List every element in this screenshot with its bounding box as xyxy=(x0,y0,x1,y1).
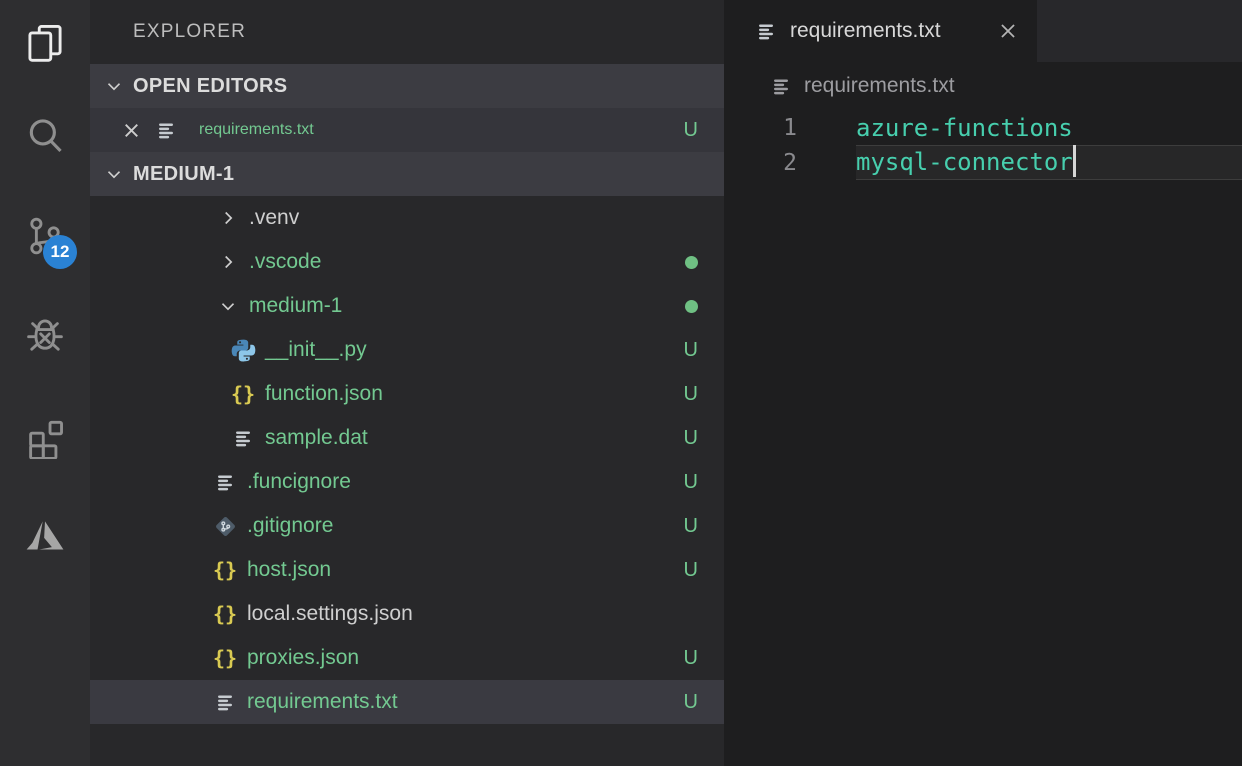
open-editor-requirements[interactable]: requirements.txt U xyxy=(90,108,724,152)
file-name: local.settings.json xyxy=(247,602,413,626)
open-editors-section-header[interactable]: OPEN EDITORS xyxy=(90,64,724,108)
file-icon xyxy=(770,75,793,98)
close-icon[interactable] xyxy=(997,20,1019,42)
git-status-badge: U xyxy=(684,471,698,494)
file-icon xyxy=(230,427,256,450)
file-name: .funcignore xyxy=(247,470,351,494)
file-name: __init__.py xyxy=(265,338,367,362)
tree-item-.venv[interactable]: .venv xyxy=(90,196,724,240)
tree-item-sample.dat[interactable]: sample.dat U xyxy=(90,416,724,460)
line-number: 2 xyxy=(724,150,797,176)
debug-icon xyxy=(22,313,68,359)
modified-dot xyxy=(685,256,698,269)
open-editors-label: OPEN EDITORS xyxy=(133,75,287,98)
activity-bar: 12 xyxy=(0,0,90,766)
git-status-badge: U xyxy=(684,647,698,670)
git-status-badge: U xyxy=(684,383,698,406)
text-cursor xyxy=(1073,145,1076,177)
code-line-2[interactable]: 2 mysql-connector xyxy=(724,145,1242,180)
activity-debug-button[interactable] xyxy=(0,286,90,386)
extensions-icon xyxy=(22,413,68,459)
tree-item---init--.py[interactable]: __init__.py U xyxy=(90,328,724,372)
close-icon[interactable] xyxy=(121,120,142,141)
file-name: .gitignore xyxy=(247,514,333,538)
file-name: function.json xyxy=(265,382,383,406)
files-icon xyxy=(22,20,68,66)
open-editor-file-name: requirements.txt xyxy=(199,121,314,139)
azure-icon xyxy=(22,513,68,559)
tree-item-local.settings.json[interactable]: {} local.settings.json xyxy=(90,592,724,636)
folder-section-label: MEDIUM-1 xyxy=(133,163,234,186)
folder-name: .vscode xyxy=(249,250,321,274)
file-icon xyxy=(153,119,179,142)
chevron-down-icon xyxy=(102,163,126,185)
tree-item-proxies.json[interactable]: {} proxies.json U xyxy=(90,636,724,680)
tree-item-.vscode[interactable]: .vscode xyxy=(90,240,724,284)
file-icon xyxy=(212,471,238,494)
git-status-badge: U xyxy=(684,515,698,538)
code-line-1[interactable]: 1 azure-functions xyxy=(724,110,1242,145)
git-status-badge: U xyxy=(684,427,698,450)
editor-group: requirements.txt requirements.txt 1 azure… xyxy=(724,0,1242,766)
activity-extensions-button[interactable] xyxy=(0,386,90,486)
activity-search-button[interactable] xyxy=(0,86,90,186)
modified-dot xyxy=(685,300,698,313)
json-icon: {} xyxy=(230,384,256,404)
file-name: proxies.json xyxy=(247,646,359,670)
tree-item-requirements.txt[interactable]: requirements.txt U xyxy=(90,680,724,724)
folder-name: .venv xyxy=(249,206,299,230)
git-status-badge: U xyxy=(684,559,698,582)
line-number: 1 xyxy=(724,115,797,141)
tab-requirements[interactable]: requirements.txt xyxy=(724,0,1037,62)
json-icon: {} xyxy=(212,604,238,624)
tab-label: requirements.txt xyxy=(790,19,941,43)
json-icon: {} xyxy=(212,648,238,668)
git-icon xyxy=(212,514,238,539)
file-tree: .venv .vscode medium-1 __init__.py U {} functi… xyxy=(90,196,724,766)
json-icon: {} xyxy=(212,560,238,580)
chevron-right-icon xyxy=(216,251,240,273)
chevron-right-icon xyxy=(216,207,240,229)
tree-item-.gitignore[interactable]: .gitignore U xyxy=(90,504,724,548)
breadcrumb[interactable]: requirements.txt xyxy=(724,62,1242,110)
git-status-badge: U xyxy=(684,339,698,362)
code-editor[interactable]: 1 azure-functions 2 mysql-connector xyxy=(724,110,1242,766)
tree-item-function.json[interactable]: {} function.json U xyxy=(90,372,724,416)
sidebar-title: EXPLORER xyxy=(90,0,724,64)
git-status-badge: U xyxy=(684,691,698,714)
file-name: sample.dat xyxy=(265,426,368,450)
tree-item-medium-1[interactable]: medium-1 xyxy=(90,284,724,328)
file-icon xyxy=(212,691,238,714)
folder-section-header[interactable]: MEDIUM-1 xyxy=(90,152,724,196)
chevron-down-icon xyxy=(102,75,126,97)
code-text: azure-functions xyxy=(856,114,1073,142)
activity-explorer-button[interactable] xyxy=(0,0,90,86)
git-status-badge: U xyxy=(684,119,698,142)
python-icon xyxy=(230,338,256,363)
tree-item-host.json[interactable]: {} host.json U xyxy=(90,548,724,592)
activity-source-control-button[interactable]: 12 xyxy=(0,186,90,286)
chevron-down-icon xyxy=(216,295,240,317)
explorer-sidebar: EXPLORER OPEN EDITORS requirements.txt U… xyxy=(90,0,724,766)
activity-azure-button[interactable] xyxy=(0,486,90,586)
file-name: requirements.txt xyxy=(247,690,398,714)
tree-item-.funcignore[interactable]: .funcignore U xyxy=(90,460,724,504)
search-icon xyxy=(22,113,68,159)
file-icon xyxy=(755,20,778,43)
tab-bar: requirements.txt xyxy=(724,0,1242,62)
source-control-badge: 12 xyxy=(43,235,77,269)
code-text: mysql-connector xyxy=(856,147,1076,179)
vscode-window: 12 xyxy=(0,0,1242,766)
file-name: host.json xyxy=(247,558,331,582)
breadcrumb-item: requirements.txt xyxy=(804,74,955,98)
folder-name: medium-1 xyxy=(249,294,342,318)
